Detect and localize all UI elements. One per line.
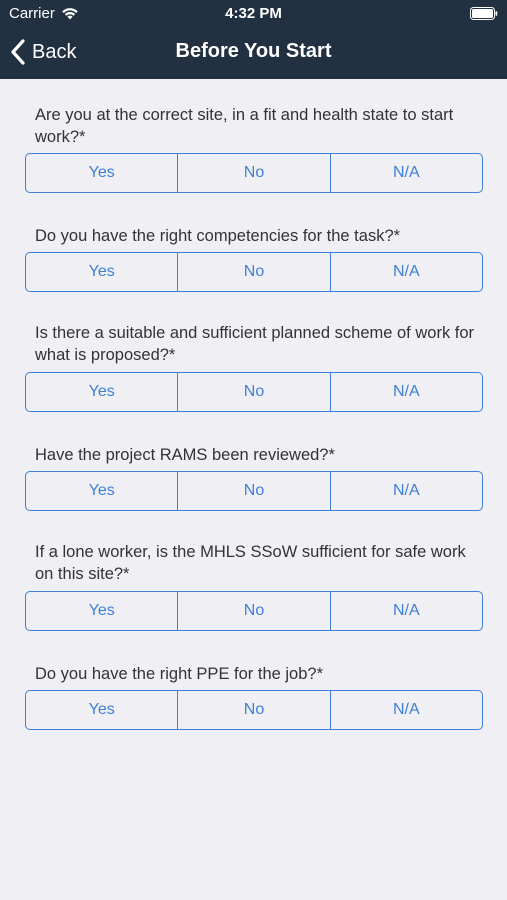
na-option[interactable]: N/A [329,253,482,291]
na-option[interactable]: N/A [329,592,482,630]
na-option[interactable]: N/A [329,472,482,510]
question-text: Do you have the right PPE for the job?* [35,665,324,683]
no-option[interactable]: No [177,373,329,411]
no-option[interactable]: No [177,691,329,729]
yes-option[interactable]: Yes [26,592,177,630]
page-title: Before You Start [175,40,332,62]
yes-option[interactable]: Yes [26,472,177,510]
answer-segmented-control: Yes No N/A [25,471,483,511]
yes-option[interactable]: Yes [26,154,177,192]
status-bar: Carrier 4:32 PM [0,0,507,28]
na-option[interactable]: N/A [329,373,482,411]
header: Carrier 4:32 PM Back Before You Start [0,0,507,79]
na-option[interactable]: N/A [329,154,482,192]
yes-option[interactable]: Yes [26,373,177,411]
no-option[interactable]: No [177,472,329,510]
navigation-bar: Back Before You Start [0,28,507,79]
no-option[interactable]: No [177,154,329,192]
yes-option[interactable]: Yes [26,691,177,729]
answer-segmented-control: Yes No N/A [25,591,483,631]
answer-segmented-control: Yes No N/A [25,372,483,412]
question-text: Do you have the right competencies for t… [35,227,401,245]
no-option[interactable]: No [177,253,329,291]
question-text: Are you at the correct site, in a fit an… [35,106,454,146]
status-time: 4:32 PM [225,5,282,22]
yes-option[interactable]: Yes [26,253,177,291]
no-option[interactable]: No [177,592,329,630]
answer-segmented-control: Yes No N/A [25,153,483,193]
na-option[interactable]: N/A [329,691,482,729]
question-text: Have the project RAMS been reviewed?* [35,446,335,464]
answer-segmented-control: Yes No N/A [25,690,483,730]
question-text: If a lone worker, is the MHLS SSoW suffi… [35,543,466,583]
answer-segmented-control: Yes No N/A [25,252,483,292]
battery-icon [470,7,498,20]
question-text: Is there a suitable and sufficient plann… [35,324,475,364]
